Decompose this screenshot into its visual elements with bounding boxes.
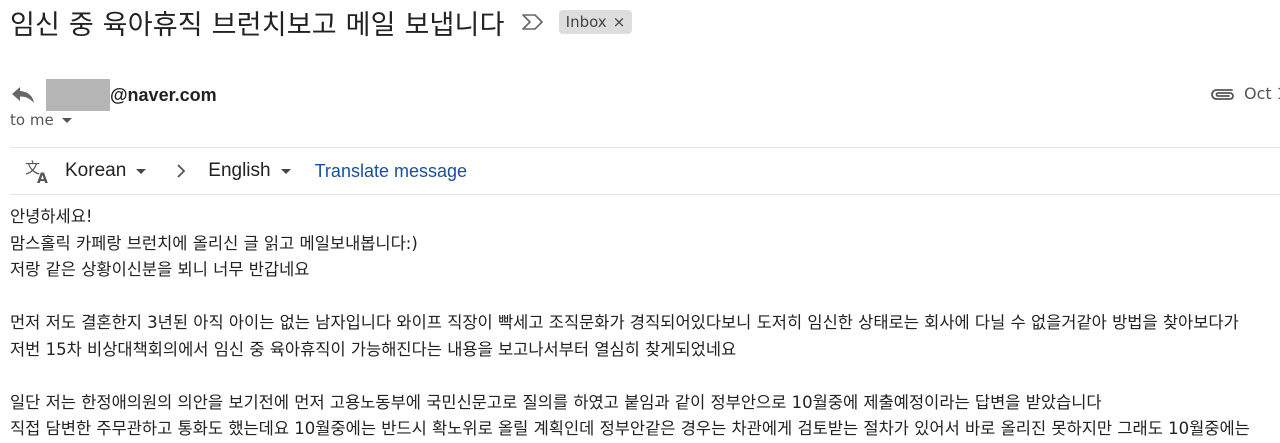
translate-message-link[interactable]: Translate message xyxy=(315,161,467,182)
message-line: 먼저 저도 결혼한지 3년된 아직 아이는 없는 남자입니다 와이프 직장이 빡… xyxy=(10,313,1239,332)
recipient-details[interactable]: to me xyxy=(10,111,72,129)
message-line: 안녕하세요! xyxy=(10,207,93,226)
sender-email-domain: @naver.com xyxy=(110,84,217,105)
chevron-down-icon xyxy=(280,168,291,174)
recipient-text: to me xyxy=(10,111,54,129)
importance-marker-icon[interactable] xyxy=(521,12,547,32)
subject-row: 임신 중 육아휴직 브런치보고 메일 보냅니다 Inbox × xyxy=(10,2,633,42)
inbox-label[interactable]: Inbox × xyxy=(558,10,633,34)
message-line: 맘스홀릭 카페랑 브런치에 올리신 글 읽고 메일보내봅니다:) xyxy=(10,233,418,253)
source-language-label: Korean xyxy=(65,160,127,181)
remove-label-icon[interactable]: × xyxy=(613,13,626,31)
sender-row: @naver.com xyxy=(10,78,217,112)
chevron-down-icon[interactable] xyxy=(61,117,72,123)
source-language-select[interactable]: Korean xyxy=(65,160,147,182)
message-line: 일단 저는 한정애의원의 의안을 보기전에 먼저 고용노동부에 국민신문고로 질… xyxy=(10,392,1102,412)
target-language-select[interactable]: English xyxy=(208,160,291,182)
message-line: 저랑 같은 상황이신분을 뵈니 너무 반갑네요 xyxy=(10,260,310,279)
reply-arrow-icon[interactable] xyxy=(10,85,38,105)
svg-text:A: A xyxy=(37,171,48,184)
message-line: 저번 15차 비상대책회의에서 임신 중 육아휴직이 가능해진다는 내용을 보고… xyxy=(10,339,737,359)
email-date: Oct 1 xyxy=(1244,84,1280,103)
paperclip-icon xyxy=(1208,84,1238,102)
chevron-right-icon xyxy=(176,163,190,179)
message-line: 직접 담변한 주무관하고 통화도 했는데요 10월중에는 반드시 확노위로 올릴… xyxy=(10,419,1250,438)
translate-icon: 文 A xyxy=(24,158,52,184)
redacted-sender-name xyxy=(46,79,110,111)
inbox-label-text: Inbox xyxy=(565,13,607,31)
email-subject: 임신 중 육아휴직 브런치보고 메일 보냅니다 xyxy=(10,9,505,41)
message-body: 안녕하세요! 맘스홀릭 카페랑 브런치에 올리신 글 읽고 메일보내봅니다:) … xyxy=(10,204,1280,443)
translate-bar: 文 A Korean English Translate message xyxy=(10,147,1280,195)
target-language-label: English xyxy=(208,160,271,181)
chevron-down-icon xyxy=(136,168,147,174)
